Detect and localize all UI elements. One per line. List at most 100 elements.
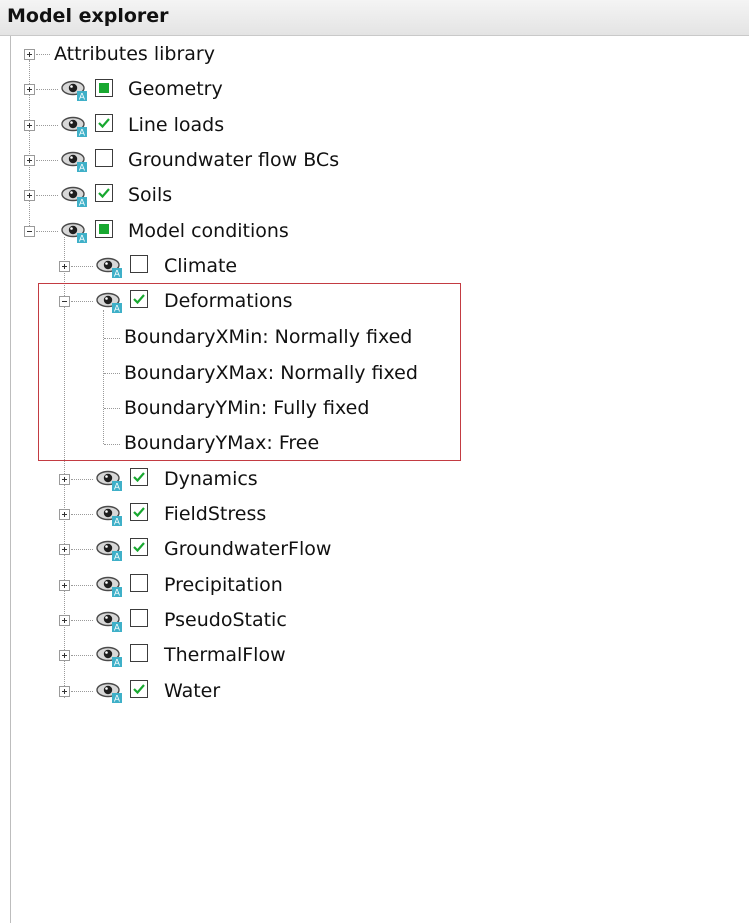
checkbox-fieldstress[interactable] [130,503,148,521]
checkbox-geometry[interactable] [95,79,113,97]
tree-item-boundary-ymax[interactable]: BoundaryYMax: Free [124,432,319,454]
visibility-eye-icon[interactable]: A [60,78,88,102]
expand-toggle-attributes-library[interactable] [24,49,35,60]
checkmark-icon [98,118,110,129]
checkbox-precipitation[interactable] [130,574,148,592]
tree-item-fieldstress[interactable]: FieldStress [164,503,266,525]
tree-connector [36,125,58,126]
visibility-eye-icon[interactable]: A [95,255,123,279]
tree-item-line-loads[interactable]: Line loads [128,114,224,136]
svg-text:A: A [79,164,86,174]
visibility-eye-icon[interactable]: A [95,680,123,704]
svg-text:A: A [79,235,86,245]
model-tree: Attributes library A Geometry A Line loa… [0,0,749,923]
tree-connector [71,514,93,515]
visibility-eye-icon[interactable]: A [95,290,123,314]
checkmark-icon [133,542,145,553]
visibility-eye-icon[interactable]: A [60,114,88,138]
tree-connector [71,549,93,550]
tree-connector [71,266,93,267]
expand-toggle-soils[interactable] [24,190,35,201]
checkbox-groundwater-flow-bcs[interactable] [95,149,113,167]
tree-item-dynamics[interactable]: Dynamics [164,468,258,490]
checkbox-line-loads[interactable] [95,114,113,132]
tree-item-pseudostatic[interactable]: PseudoStatic [164,609,287,631]
expand-toggle-water[interactable] [59,686,70,697]
tree-connector [104,444,120,445]
svg-text:A: A [114,483,121,493]
svg-text:A: A [79,129,86,139]
tree-connector [36,160,58,161]
tree-connector [104,338,120,339]
visibility-eye-icon[interactable]: A [95,644,123,668]
visibility-eye-icon[interactable]: A [95,574,123,598]
visibility-eye-icon[interactable]: A [95,468,123,492]
tree-connector [71,301,93,302]
visibility-eye-icon[interactable]: A [60,149,88,173]
expand-toggle-groundwaterflow[interactable] [59,544,70,555]
model-explorer-panel: Model explorer Attributes library A Geom… [0,0,749,923]
tree-connector [71,655,93,656]
tree-item-boundary-ymin[interactable]: BoundaryYMin: Fully fixed [124,397,369,419]
visibility-eye-icon[interactable]: A [95,609,123,633]
tree-item-deformations[interactable]: Deformations [164,290,293,312]
svg-text:A: A [79,199,86,209]
tree-item-model-conditions[interactable]: Model conditions [128,220,289,242]
checkbox-soils[interactable] [95,184,113,202]
tree-connector [71,691,93,692]
tree-item-geometry[interactable]: Geometry [128,78,223,100]
svg-text:A: A [114,553,121,563]
expand-toggle-fieldstress[interactable] [59,509,70,520]
tree-connector [36,89,58,90]
expand-toggle-pseudostatic[interactable] [59,615,70,626]
tree-connector [104,408,120,409]
checkbox-water[interactable] [130,680,148,698]
visibility-eye-icon[interactable]: A [60,184,88,208]
expand-toggle-dynamics[interactable] [59,474,70,485]
checkbox-groundwaterflow[interactable] [130,538,148,556]
svg-text:A: A [114,695,121,705]
expand-toggle-climate[interactable] [59,261,70,272]
expand-toggle-line-loads[interactable] [24,120,35,131]
tree-connector [71,585,93,586]
checkbox-pseudostatic[interactable] [130,609,148,627]
expand-toggle-precipitation[interactable] [59,580,70,591]
checkbox-dynamics[interactable] [130,468,148,486]
tree-connector [71,620,93,621]
checkbox-thermalflow[interactable] [130,644,148,662]
checkmark-icon [98,188,110,199]
expand-toggle-thermalflow[interactable] [59,650,70,661]
svg-text:A: A [114,624,121,634]
tree-item-boundary-xmax[interactable]: BoundaryXMax: Normally fixed [124,362,418,384]
tree-item-water[interactable]: Water [164,680,220,702]
tree-connector [71,479,93,480]
tree-connector [36,231,58,232]
tree-item-boundary-xmin[interactable]: BoundaryXMin: Normally fixed [124,326,412,348]
collapse-toggle-model-conditions[interactable] [24,226,35,237]
tree-item-thermalflow[interactable]: ThermalFlow [164,644,286,666]
collapse-toggle-deformations[interactable] [59,296,70,307]
tree-item-attributes-library[interactable]: Attributes library [54,43,215,65]
checkmark-icon [133,684,145,695]
checkmark-icon [133,472,145,483]
visibility-eye-icon[interactable]: A [60,220,88,244]
tree-connector [36,54,50,55]
tree-item-climate[interactable]: Climate [164,255,237,277]
tree-item-groundwater-flow-bcs[interactable]: Groundwater flow BCs [128,149,339,171]
visibility-eye-icon[interactable]: A [95,503,123,527]
visibility-eye-icon[interactable]: A [95,538,123,562]
checkbox-climate[interactable] [130,255,148,273]
tree-item-groundwaterflow[interactable]: GroundwaterFlow [164,538,331,560]
checkbox-deformations[interactable] [130,290,148,308]
checkmark-icon [133,294,145,305]
expand-toggle-groundwater-flow-bcs[interactable] [24,155,35,166]
checkbox-model-conditions[interactable] [95,220,113,238]
tree-connector [36,195,58,196]
checkmark-icon [133,507,145,518]
tree-item-precipitation[interactable]: Precipitation [164,574,283,596]
expand-toggle-geometry[interactable] [24,84,35,95]
svg-text:A: A [114,518,121,528]
svg-text:A: A [114,659,121,669]
svg-text:A: A [114,589,121,599]
tree-item-soils[interactable]: Soils [128,184,172,206]
